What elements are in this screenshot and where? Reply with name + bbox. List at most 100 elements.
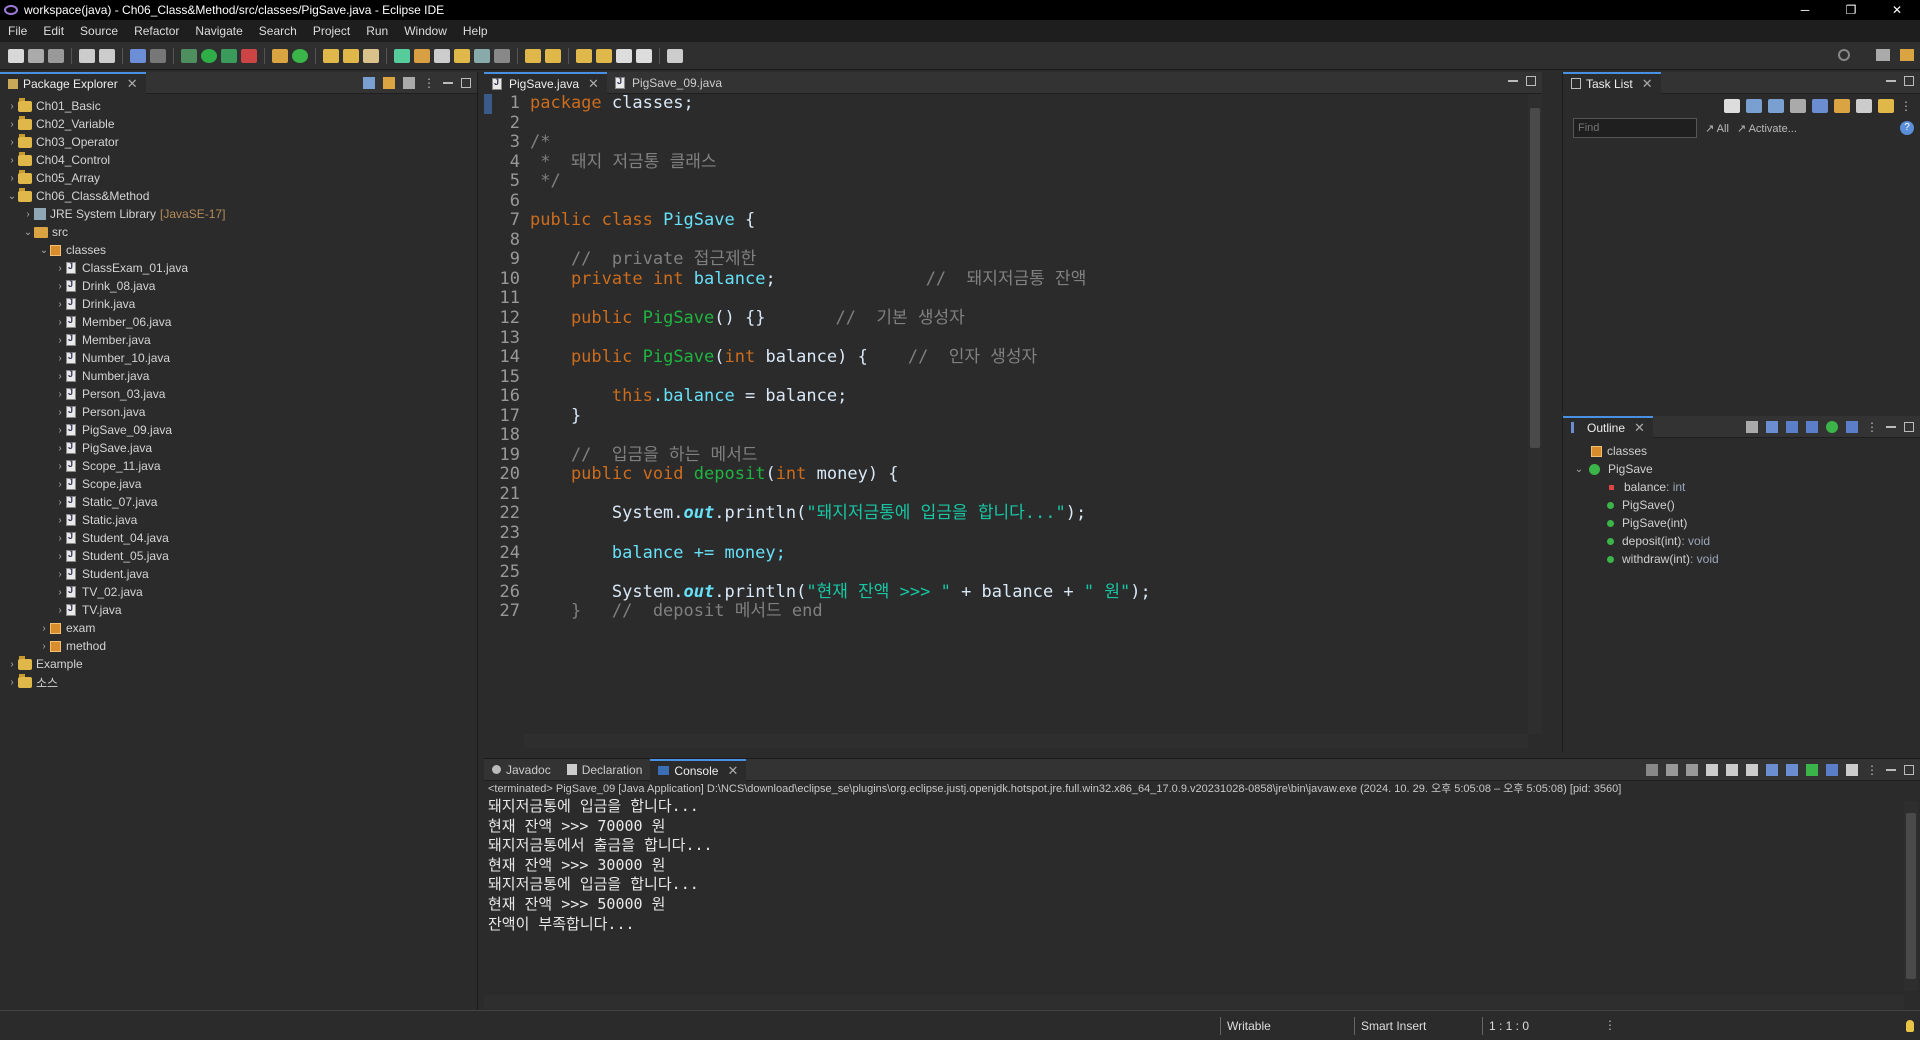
search-toolbar-icon[interactable] xyxy=(363,48,379,63)
focus-icon[interactable] xyxy=(1856,99,1872,113)
hide-local-types-icon[interactable] xyxy=(1846,421,1858,433)
toggle-mark-occurrences-icon[interactable] xyxy=(394,48,410,63)
editor-vertical-scrollbar[interactable] xyxy=(1528,94,1542,734)
menu-run[interactable]: Run xyxy=(358,24,396,38)
tree-item-file[interactable]: › Member_06.java xyxy=(0,313,477,331)
task-filter-all[interactable]: ↗ All xyxy=(1705,122,1729,135)
chevron-right-icon[interactable]: › xyxy=(54,497,66,508)
chevron-right-icon[interactable]: › xyxy=(54,587,66,598)
chevron-down-icon[interactable]: ⌄ xyxy=(6,191,18,202)
menu-source[interactable]: Source xyxy=(72,24,126,38)
remove-launch-icon[interactable] xyxy=(1666,764,1678,776)
chevron-right-icon[interactable]: › xyxy=(6,101,18,112)
close-tab-icon[interactable]: ✕ xyxy=(588,76,599,92)
chevron-right-icon[interactable]: › xyxy=(54,569,66,580)
pilcrow-icon[interactable] xyxy=(494,48,510,63)
prev-annotation-icon[interactable] xyxy=(545,48,561,63)
view-menu-icon[interactable]: ⋮ xyxy=(423,76,435,90)
link-with-editor-icon[interactable] xyxy=(383,77,395,89)
tree-item-project[interactable]: › Example xyxy=(0,655,477,673)
tree-item-file[interactable]: › Student_05.java xyxy=(0,547,477,565)
outline-item-class[interactable]: ⌄ PigSave xyxy=(1563,460,1920,478)
status-menu-icon[interactable]: ⋮ xyxy=(1604,1018,1616,1032)
minimize-view-icon[interactable] xyxy=(1886,80,1896,82)
minimize-view-icon[interactable] xyxy=(1886,426,1896,428)
menu-navigate[interactable]: Navigate xyxy=(187,24,250,38)
open-task-icon[interactable] xyxy=(343,48,359,63)
tree-item-package[interactable]: › exam xyxy=(0,619,477,637)
tree-item-file[interactable]: › Drink.java xyxy=(0,295,477,313)
chevron-right-icon[interactable]: › xyxy=(54,605,66,616)
tree-item-file[interactable]: › Static_07.java xyxy=(0,493,477,511)
chevron-down-icon[interactable]: ⌄ xyxy=(22,227,34,238)
block-selection-icon[interactable] xyxy=(434,48,450,63)
outline-item-method[interactable]: PigSave() xyxy=(1563,496,1920,514)
tree-item-package[interactable]: › method xyxy=(0,637,477,655)
forward-icon[interactable] xyxy=(636,48,652,63)
show-on-stdout-icon[interactable] xyxy=(1766,764,1778,776)
chevron-right-icon[interactable]: › xyxy=(6,155,18,166)
scheduled-icon[interactable] xyxy=(1768,99,1784,113)
external-tools-icon[interactable] xyxy=(241,48,257,63)
chevron-right-icon[interactable]: › xyxy=(22,209,34,220)
pin-editor-icon[interactable] xyxy=(667,48,683,63)
chevron-right-icon[interactable]: › xyxy=(54,371,66,382)
tree-item-file[interactable]: › Person.java xyxy=(0,403,477,421)
tree-item-file[interactable]: › Student.java xyxy=(0,565,477,583)
maximize-view-icon[interactable] xyxy=(1904,765,1914,775)
tree-item-file[interactable]: › PigSave.java xyxy=(0,439,477,457)
show-whitespace-icon[interactable] xyxy=(474,48,490,63)
view-menu-icon[interactable]: ⋮ xyxy=(1900,99,1912,113)
tab-declaration[interactable]: Declaration xyxy=(559,759,651,781)
chevron-right-icon[interactable]: › xyxy=(54,263,66,274)
save-icon[interactable] xyxy=(28,48,44,63)
chevron-right-icon[interactable]: › xyxy=(6,119,18,130)
next-annotation-icon[interactable] xyxy=(525,48,541,63)
chevron-right-icon[interactable]: › xyxy=(54,551,66,562)
tree-item-file[interactable]: › TV_02.java xyxy=(0,583,477,601)
outline-item-package[interactable]: classes xyxy=(1563,442,1920,460)
run-icon[interactable] xyxy=(201,48,217,63)
chevron-down-icon[interactable]: ⌄ xyxy=(1573,464,1585,475)
filter-icon[interactable] xyxy=(403,77,415,89)
tree-item-project[interactable]: › Ch01_Basic xyxy=(0,97,477,115)
minimize-view-icon[interactable] xyxy=(1508,80,1518,82)
code-editor[interactable]: 1 package classes; 2 3 /* 4 * 돼지 저금통 클래스 5… xyxy=(484,94,1522,734)
menu-project[interactable]: Project xyxy=(305,24,358,38)
console-vertical-scrollbar[interactable] xyxy=(1904,801,1918,991)
remove-all-icon[interactable] xyxy=(1686,764,1698,776)
categorize-icon[interactable] xyxy=(1746,99,1762,113)
maximize-view-icon[interactable] xyxy=(1904,76,1914,86)
chevron-right-icon[interactable]: › xyxy=(54,461,66,472)
chevron-right-icon[interactable]: › xyxy=(54,335,66,346)
sort-icon[interactable] xyxy=(1766,421,1778,433)
forward-arrow-icon[interactable] xyxy=(596,48,612,63)
show-on-stderr-icon[interactable] xyxy=(1786,764,1798,776)
chevron-right-icon[interactable]: › xyxy=(54,299,66,310)
scroll-lock-icon[interactable] xyxy=(1726,764,1738,776)
new-icon[interactable] xyxy=(8,48,24,63)
redo-icon[interactable] xyxy=(99,48,115,63)
tab-package-explorer[interactable]: Package Explorer ✕ xyxy=(0,71,146,94)
tree-item-file[interactable]: › Drink_08.java xyxy=(0,277,477,295)
java-perspective-icon[interactable] xyxy=(1900,49,1914,61)
task-find-input[interactable] xyxy=(1573,118,1697,138)
terminate-icon[interactable] xyxy=(1646,764,1658,776)
chevron-down-icon[interactable]: ⌄ xyxy=(38,245,50,256)
tree-item-project[interactable]: › Ch02_Variable xyxy=(0,115,477,133)
tree-item-file[interactable]: › Student_04.java xyxy=(0,529,477,547)
console-output[interactable]: 돼지저금통에 입금을 합니다... 현재 잔액 >>> 70000 원 돼지저금… xyxy=(484,797,1920,934)
open-perspective-icon[interactable] xyxy=(1876,49,1890,61)
chevron-right-icon[interactable]: › xyxy=(54,317,66,328)
coverage-icon[interactable] xyxy=(221,48,237,63)
save-all-icon[interactable] xyxy=(48,48,64,63)
tree-item-file[interactable]: › Scope_11.java xyxy=(0,457,477,475)
editor-horizontal-scrollbar[interactable] xyxy=(524,734,1528,748)
view-menu-icon[interactable]: ⋮ xyxy=(1866,763,1878,777)
tab-pigsave09-java[interactable]: PigSave_09.java xyxy=(607,72,730,94)
tree-item-project[interactable]: › Ch05_Array xyxy=(0,169,477,187)
pin-console-icon[interactable] xyxy=(1806,764,1818,776)
maximize-view-icon[interactable] xyxy=(1904,422,1914,432)
hide-static-icon[interactable] xyxy=(1806,421,1818,433)
chevron-right-icon[interactable]: › xyxy=(6,677,18,688)
